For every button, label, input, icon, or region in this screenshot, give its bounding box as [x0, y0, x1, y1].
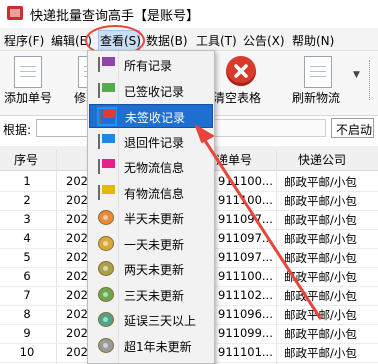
green-coin-icon: [98, 286, 114, 302]
view-menu-item-label: 三天未更新: [124, 288, 185, 303]
cell-code: 911102...: [218, 288, 273, 302]
view-menu-item-label: 延误三天以上: [124, 314, 197, 328]
menu-help[interactable]: 帮助(N): [292, 32, 334, 49]
view-menu-item[interactable]: 无物流信息: [89, 155, 213, 179]
cell-company: 邮政平邮/小包: [284, 175, 357, 189]
view-menu-item[interactable]: 所有记录: [89, 53, 213, 77]
view-menu-item-label: 退回件记录: [124, 135, 185, 150]
cell-company: 邮政平邮/小包: [284, 194, 357, 208]
view-menu-item[interactable]: 三天未更新: [89, 283, 213, 307]
view-menu-item[interactable]: 有物流信息: [89, 181, 213, 205]
view-menu-item[interactable]: 已签收记录: [89, 79, 213, 103]
flag-yellow-icon: [98, 184, 115, 200]
view-menu-item-label: 已签收记录: [124, 84, 185, 99]
toolbar-divider: [369, 60, 373, 100]
cell-no: 8: [23, 307, 31, 321]
flag-pink-icon: [98, 159, 115, 174]
view-menu-item[interactable]: 两天未更新: [89, 257, 213, 281]
cell-code: 911101...: [218, 345, 273, 359]
cell-no: 6: [23, 269, 31, 283]
cell-no: 3: [23, 212, 31, 226]
view-menu-item-label: 无物流信息: [124, 161, 185, 175]
flag-purple-icon: [98, 57, 115, 72]
cell-no: 5: [23, 250, 31, 264]
cell-code: 911096...: [218, 307, 273, 321]
cell-company: 邮政平邮/小包: [284, 289, 357, 303]
view-menu-item-label: 超1年未更新: [124, 339, 192, 354]
clear-table-button-label[interactable]: 清空表格: [213, 89, 261, 106]
cell-company: 邮政平邮/小包: [284, 270, 357, 284]
cell-no: 1: [23, 174, 31, 188]
menu-notice[interactable]: 公告(X): [243, 32, 285, 49]
clear-table-icon[interactable]: [226, 56, 256, 86]
view-menu-item[interactable]: 超1年未更新: [89, 334, 213, 358]
flag-blue-icon: [98, 133, 115, 149]
add-button-label[interactable]: 添加单号: [4, 89, 52, 106]
refresh-logistics-icon[interactable]: [304, 56, 332, 88]
view-menu-dropdown: 所有记录已签收记录未签收记录退回件记录无物流信息有物流信息半天未更新一天未更新两…: [87, 50, 215, 364]
cell-code: 911097...: [218, 212, 273, 226]
cell-no: 2: [23, 193, 31, 207]
cell-no: 10: [19, 345, 35, 359]
app-icon: [7, 6, 23, 20]
flag-red-icon: [97, 107, 117, 126]
cell-no: 9: [23, 326, 31, 340]
view-menu-item-label: 未签收记录: [125, 111, 186, 125]
cell-code: 911097...: [218, 250, 273, 264]
cell-company: 邮政平邮/小包: [284, 251, 357, 265]
cell-code: 911100...: [218, 174, 273, 188]
cell-code: 911100...: [218, 269, 273, 283]
gold-coin-icon: [98, 235, 114, 251]
view-menu-item[interactable]: 延误三天以上: [89, 308, 213, 332]
filter-input[interactable]: [214, 119, 326, 137]
cell-company: 邮政平邮/小包: [284, 308, 357, 322]
cell-code: 911100...: [218, 193, 273, 207]
add-document-icon[interactable]: [14, 56, 42, 88]
view-menu-item-label: 有物流信息: [124, 186, 185, 201]
view-menu-item[interactable]: 一天未更新: [89, 232, 213, 256]
view-menu-item-label: 两天未更新: [124, 263, 185, 277]
cell-no: 7: [23, 288, 31, 302]
olive-coin-icon: [98, 261, 114, 276]
cell-company: 邮政平邮/小包: [284, 327, 357, 341]
cell-code: 911099...: [218, 326, 273, 340]
view-menu-item[interactable]: 未签收记录: [89, 104, 213, 128]
view-menu-item[interactable]: 退回件记录: [89, 130, 213, 154]
header-tracking-no[interactable]: 递单号: [216, 151, 252, 168]
cell-company: 邮政平邮/小包: [284, 232, 357, 246]
view-menu-item-label: 半天未更新: [124, 212, 185, 226]
view-menu-item[interactable]: 半天未更新: [89, 206, 213, 230]
toolbar-dropdown-icon[interactable]: ▼: [353, 70, 360, 80]
cell-no: 4: [23, 231, 31, 245]
menu-tools[interactable]: 工具(T): [196, 32, 237, 49]
startup-select[interactable]: 不启动: [331, 118, 374, 138]
view-menu-item-label: 一天未更新: [124, 237, 185, 252]
header-no[interactable]: 序号: [14, 151, 38, 168]
view-menu-item-label: 所有记录: [124, 59, 173, 73]
cell-company: 邮政平邮/小包: [284, 346, 357, 360]
menu-program[interactable]: 程序(F): [4, 32, 44, 49]
teal-coin-icon: [98, 312, 114, 327]
refresh-button-label[interactable]: 刷新物流: [292, 89, 340, 106]
search-label: 根据:: [3, 123, 32, 137]
window-title: 快递批量查询高手【是账号】: [30, 9, 200, 24]
flag-green-icon: [98, 82, 115, 98]
header-company[interactable]: 快递公司: [298, 151, 346, 168]
menu-data[interactable]: 数据(B): [146, 32, 188, 49]
gray-coin-icon: [98, 337, 114, 353]
orange-coin-icon: [98, 210, 114, 225]
cell-company: 邮政平邮/小包: [284, 213, 357, 227]
cell-code: 911097...: [218, 231, 273, 245]
